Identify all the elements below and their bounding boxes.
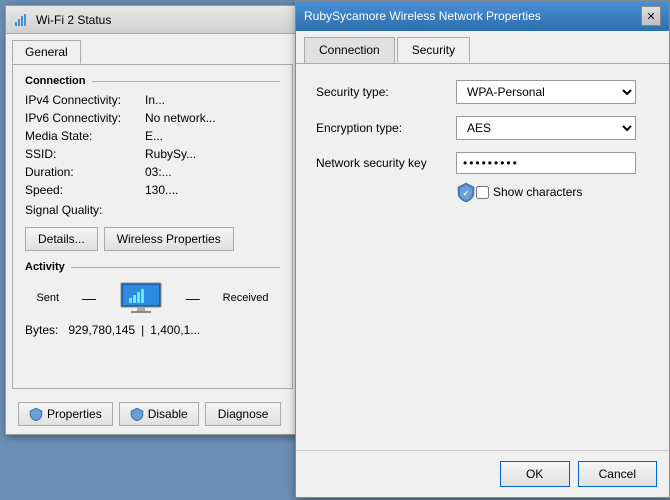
duration-row: Duration: 03:... [25,165,280,179]
wifi-bottom-buttons: Properties Disable Diagnose [6,394,299,434]
dialog-tabs: Connection Security [296,31,669,64]
wireless-props-button[interactable]: Wireless Properties [104,227,234,251]
encryption-type-row: Encryption type: AES TKIP [316,116,649,140]
dialog-title-bar: RubySycamore Wireless Network Properties… [296,1,669,31]
security-type-row: Security type: WPA-Personal WPA2-Persona… [316,80,649,104]
show-chars-row: ✓ Show characters [456,182,649,202]
arrow-right-icon: — [186,290,200,306]
duration-label: Duration: [25,165,145,179]
ipv6-row: IPv6 Connectivity: No network... [25,111,280,125]
properties-label: Properties [47,407,102,421]
activity-section-title: Activity [25,261,280,273]
ssid-label: SSID: [25,147,145,161]
tab-security[interactable]: Security [397,37,470,63]
received-label: Received [223,292,269,304]
encryption-type-select-wrapper: AES TKIP [456,116,636,140]
svg-text:✓: ✓ [463,189,470,198]
dialog-footer: OK Cancel [296,450,669,497]
media-state-value: E... [145,129,280,143]
activity-section: Activity Sent — [25,261,280,337]
ipv6-value: No network... [145,111,280,125]
properties-button[interactable]: Properties [18,402,113,426]
network-key-label: Network security key [316,156,456,170]
network-monitor-icon [119,281,163,315]
show-chars-label[interactable]: Show characters [476,185,582,199]
ok-button[interactable]: OK [500,461,570,487]
network-key-input[interactable] [456,152,636,174]
bytes-label: Bytes: [25,323,58,337]
encryption-type-label: Encryption type: [316,121,456,135]
details-button[interactable]: Details... [25,227,98,251]
dialog-security-content: Security type: WPA-Personal WPA2-Persona… [296,64,669,218]
disable-button[interactable]: Disable [119,402,199,426]
activity-icons-row: Sent — [25,281,280,315]
ipv6-label: IPv6 Connectivity: [25,111,145,125]
wifi-title-bar: Wi-Fi 2 Status [6,6,299,34]
security-type-select-wrapper: WPA-Personal WPA2-Personal WPA3-Personal… [456,80,636,104]
ipv4-row: IPv4 Connectivity: In... [25,93,280,107]
wifi-window-title: Wi-Fi 2 Status [36,13,291,27]
wifi-title-icon [14,12,30,28]
arrow-left-icon: — [82,290,96,306]
sent-label: Sent [36,292,59,304]
properties-shield-icon [29,407,43,421]
wifi-tabs: General [6,34,299,64]
cancel-button[interactable]: Cancel [578,461,657,487]
bytes-divider: | [141,323,144,337]
network-key-control [456,152,649,174]
show-chars-checkbox[interactable] [476,186,489,199]
security-type-select[interactable]: WPA-Personal WPA2-Personal WPA3-Personal… [456,80,636,104]
disable-label: Disable [148,407,188,421]
signal-row: Signal Quality: [25,203,280,217]
dialog-title: RubySycamore Wireless Network Properties [304,9,641,23]
ipv4-value: In... [145,93,280,107]
ssid-row: SSID: RubySy... [25,147,280,161]
security-type-control: WPA-Personal WPA2-Personal WPA3-Personal… [456,80,649,104]
disable-shield-icon [130,407,144,421]
ipv4-label: IPv4 Connectivity: [25,93,145,107]
show-chars-shield-icon: ✓ [456,182,476,202]
wifi-content: Connection IPv4 Connectivity: In... IPv6… [12,64,293,389]
tab-connection[interactable]: Connection [304,37,395,63]
duration-value: 03:... [145,165,280,179]
security-type-label: Security type: [316,85,456,99]
tab-general[interactable]: General [12,40,81,64]
network-key-row: Network security key [316,152,649,174]
bytes-sent: 929,780,145 [68,323,135,337]
encryption-type-select[interactable]: AES TKIP [456,116,636,140]
media-state-row: Media State: E... [25,129,280,143]
properties-dialog: RubySycamore Wireless Network Properties… [295,0,670,498]
signal-label: Signal Quality: [25,203,145,217]
bytes-row: Bytes: 929,780,145 | 1,400,1... [25,323,280,337]
connection-section-title: Connection [25,75,280,87]
encryption-type-control: AES TKIP [456,116,649,140]
ssid-value: RubySy... [145,147,280,161]
speed-value: 130.... [145,183,280,197]
diagnose-button[interactable]: Diagnose [205,402,282,426]
show-chars-text: Show characters [493,185,582,199]
bytes-received: 1,400,1... [150,323,200,337]
media-state-label: Media State: [25,129,145,143]
speed-label: Speed: [25,183,145,197]
speed-row: Speed: 130.... [25,183,280,197]
wifi-action-buttons: Details... Wireless Properties [25,227,280,251]
wifi-status-window: Wi-Fi 2 Status General Connection IPv4 C… [5,5,300,435]
dialog-close-button[interactable]: ✕ [641,6,661,26]
